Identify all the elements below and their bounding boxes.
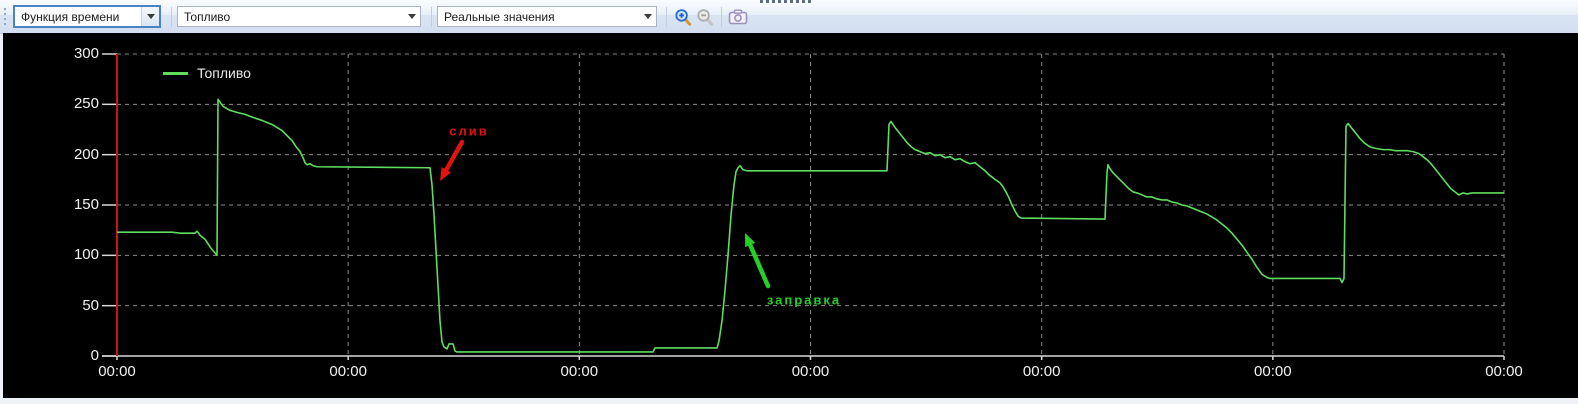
legend-line-sample xyxy=(163,72,188,75)
zoom-in-button[interactable] xyxy=(672,6,694,28)
combobox-dropdown-button[interactable] xyxy=(403,7,420,26)
zoom-out-button[interactable] xyxy=(694,6,716,28)
x-axis-tick-label: 00:00 xyxy=(769,363,853,381)
y-axis-tick-label: 50 xyxy=(3,297,99,315)
panel-bottom-edge xyxy=(0,398,1578,404)
x-axis-tick-label: 00:00 xyxy=(1462,363,1546,381)
magnifier-plus-icon xyxy=(674,8,692,26)
combobox-value: Топливо xyxy=(178,10,403,24)
time-function-combobox[interactable]: Функция времени xyxy=(13,5,161,28)
magnifier-minus-icon xyxy=(696,8,714,26)
chevron-down-icon xyxy=(408,14,416,19)
toolbar-separator xyxy=(431,7,432,27)
combobox-value: Функция времени xyxy=(15,10,141,24)
x-axis-tick-label: 00:00 xyxy=(1000,363,1084,381)
y-axis-tick-label: 150 xyxy=(3,196,99,214)
chevron-down-icon xyxy=(644,14,652,19)
parameter-combobox[interactable]: Топливо xyxy=(177,6,421,27)
legend-series-label: Топливо xyxy=(197,65,251,81)
x-axis-tick-label: 00:00 xyxy=(75,363,159,381)
annotation-drain-label: слив xyxy=(449,124,488,139)
splitter-grip[interactable] xyxy=(760,0,812,5)
y-axis-tick-label: 250 xyxy=(3,95,99,113)
toolbar-separator xyxy=(666,7,667,27)
toolbar-grip[interactable] xyxy=(3,8,7,26)
toolbar-separator xyxy=(721,7,722,27)
camera-icon xyxy=(728,9,748,25)
fuel-chart-panel[interactable]: Топливо слив заправка 300 250 200 150 100 50 0… xyxy=(3,33,1578,398)
values-mode-combobox[interactable]: Реальные значения xyxy=(437,6,657,27)
plot-area[interactable] xyxy=(3,33,1578,398)
chart-legend: Топливо xyxy=(163,65,251,81)
x-axis-tick-label: 00:00 xyxy=(1231,363,1315,381)
x-axis-tick-label: 00:00 xyxy=(537,363,621,381)
combobox-value: Реальные значения xyxy=(438,10,639,24)
combobox-dropdown-button[interactable] xyxy=(639,7,656,26)
toolbar-separator xyxy=(171,7,172,27)
y-axis-tick-label: 200 xyxy=(3,146,99,164)
chevron-down-icon xyxy=(147,14,155,19)
x-axis-tick-label: 00:00 xyxy=(306,363,390,381)
toolbar: Функция времени Топливо Реальные значени… xyxy=(0,0,1578,34)
annotation-refuel-label: заправка xyxy=(767,293,841,308)
y-axis-tick-label: 300 xyxy=(3,45,99,63)
combobox-dropdown-button[interactable] xyxy=(141,7,159,26)
y-axis-tick-label: 100 xyxy=(3,246,99,264)
snapshot-button[interactable] xyxy=(727,6,749,28)
